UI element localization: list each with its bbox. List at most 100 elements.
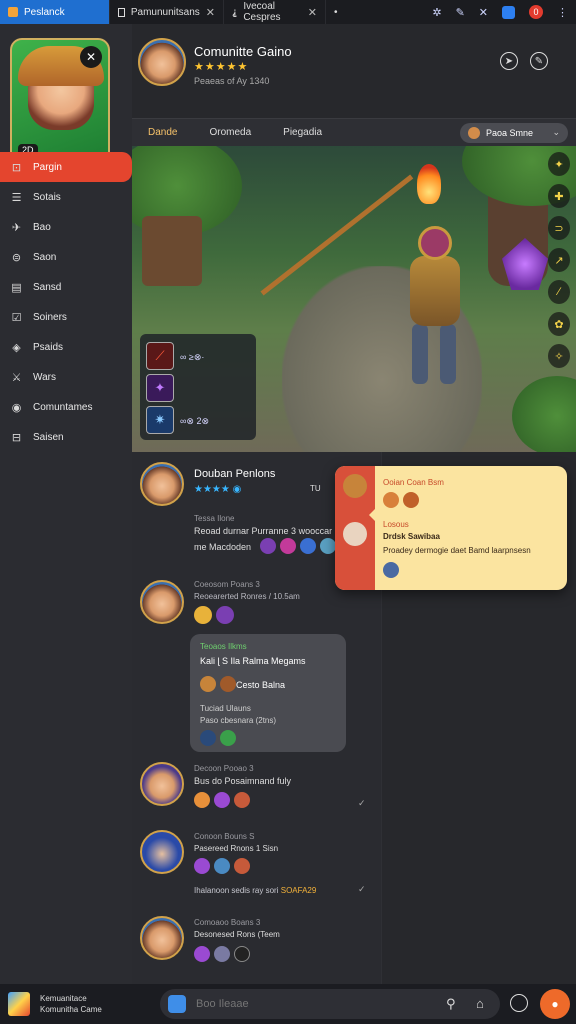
- notification-popup[interactable]: Ooian Coan Bsm Losous Drdsk Sawibaa Proa…: [335, 466, 567, 590]
- sparkle-icon[interactable]: ✧: [548, 344, 570, 368]
- sidebar-item-bao[interactable]: ✈ Bao: [0, 212, 132, 242]
- post-text: Desonesed Rons (Teem: [194, 930, 280, 939]
- reaction-icon[interactable]: [280, 538, 296, 554]
- post-meta: Comoaoo Boans 3: [194, 918, 261, 927]
- more-icon[interactable]: ⋮: [557, 6, 568, 19]
- post-tag: TU: [310, 484, 321, 493]
- skill-label: ∞ ≥⊗·: [180, 352, 205, 362]
- reaction-icon[interactable]: [260, 538, 276, 554]
- sidebar-item-wars[interactable]: ⚔ Wars: [0, 362, 132, 392]
- search-icon[interactable]: ⚲: [446, 996, 456, 1012]
- reaction-row: [194, 606, 234, 624]
- sidebar-item-label: Saon: [33, 251, 57, 263]
- x-icon[interactable]: ✕: [479, 6, 488, 19]
- tab-dande[interactable]: Dande: [132, 119, 193, 147]
- sidebar-item-sotais[interactable]: ☰ Sotais: [0, 182, 132, 212]
- sidebar-item-pargin[interactable]: ⊡ Pargin: [0, 152, 132, 182]
- sidebar-item-label: Sotais: [33, 191, 61, 203]
- app-search-icon: [168, 995, 186, 1013]
- search-input[interactable]: [196, 998, 426, 1010]
- avatar[interactable]: [140, 580, 184, 624]
- reaction-icon[interactable]: [214, 946, 230, 962]
- sidebar-nav: ⊡ Pargin ☰ Sotais ✈ Bao ⊜ Saon ▤ Sansd ☑…: [0, 152, 132, 452]
- post-meta: Tessa Ilone: [194, 514, 235, 523]
- close-tab-icon[interactable]: ✕: [308, 6, 317, 19]
- tab-label: Peslanck: [24, 6, 65, 18]
- slash-icon[interactable]: ∕: [548, 280, 570, 304]
- sort-select[interactable]: Paoa Smne ⌄: [460, 122, 568, 143]
- skill-slot-arcane[interactable]: ✦: [146, 374, 174, 402]
- game-hero-image[interactable]: ⟋ ∞ ≥⊗· ✦ ✷ ∞⊗ 2⊗ ✦ ✚ ⊃ ↗ ∕ ✿ ✧: [132, 146, 576, 452]
- reaction-icon[interactable]: [234, 858, 250, 874]
- skill-slot-fire[interactable]: ⟋: [146, 342, 174, 370]
- card-tag: Teoaos Ilkms: [200, 642, 247, 651]
- sidebar-item-soiners[interactable]: ☑ Soiners: [0, 302, 132, 332]
- sidebar-item-label: Comuntames: [33, 401, 93, 413]
- card-subtag: Tuciad Ulauns: [200, 704, 251, 713]
- quest-card[interactable]: Teoaos Ilkms Kali ɭ S Ila Ralma Megams C…: [190, 634, 346, 752]
- bug-icon[interactable]: ✲: [432, 6, 441, 19]
- reaction-icon[interactable]: [300, 538, 316, 554]
- sidebar-item-label: Soiners: [33, 311, 67, 323]
- tab-pamununitsans[interactable]: Pamununitsans ✕: [110, 0, 224, 24]
- sidebar-item-saisen[interactable]: ⊟ Saisen: [0, 422, 132, 452]
- reaction-icon[interactable]: [194, 946, 210, 962]
- pen-icon[interactable]: ✎: [456, 6, 465, 19]
- item-icon: [200, 730, 216, 746]
- sidebar-item-label: Bao: [33, 221, 51, 233]
- star-icon[interactable]: ✦: [548, 152, 570, 176]
- sidebar-item-comuntames[interactable]: ◉ Comuntames: [0, 392, 132, 422]
- tab-oromeda[interactable]: Oromeda: [193, 119, 267, 147]
- community-avatar[interactable]: [138, 38, 186, 86]
- tab-peslanck[interactable]: Peslanck: [0, 0, 110, 24]
- reaction-icon[interactable]: [214, 858, 230, 874]
- avatar[interactable]: [140, 762, 184, 806]
- game-fab-icon[interactable]: ●: [540, 989, 570, 1019]
- car-icon: ⊜: [11, 251, 22, 264]
- content-tabs: Dande Oromeda Piegadia Paoa Smne ⌄: [132, 118, 576, 146]
- game-mini-avatar: [468, 126, 480, 139]
- arrow-icon[interactable]: ↗: [548, 248, 570, 272]
- close-tab-icon[interactable]: ✕: [206, 6, 215, 19]
- avatar[interactable]: [140, 462, 184, 506]
- skill-slot-ice[interactable]: ✷: [146, 406, 174, 434]
- item-icon: [403, 492, 419, 508]
- reaction-icon[interactable]: [234, 946, 250, 962]
- tab-ivecoal[interactable]: ⸘ Ivecoal Cespres ✕: [224, 0, 326, 24]
- flower-icon[interactable]: ✿: [548, 312, 570, 336]
- sidebar-item-psaids[interactable]: ◈ Psaids: [0, 332, 132, 362]
- reaction-icon[interactable]: [194, 792, 210, 808]
- edit-icon[interactable]: ✎: [530, 52, 548, 70]
- notification-badge[interactable]: 0: [529, 5, 543, 19]
- sidebar-item-saon[interactable]: ⊜ Saon: [0, 242, 132, 272]
- window-icon[interactable]: [502, 5, 515, 19]
- moon-icon[interactable]: ⊃: [548, 216, 570, 240]
- document-icon: ▤: [11, 281, 22, 294]
- bottom-bar: Kemuanitace Komunitha Came ⚲ ⌂ ●: [0, 984, 576, 1024]
- card-icons: [200, 676, 236, 692]
- reaction-icon[interactable]: [194, 858, 210, 874]
- new-tab-button[interactable]: •: [326, 0, 346, 24]
- brand-line: Kemuanitace: [40, 994, 87, 1003]
- globe-icon[interactable]: [510, 994, 528, 1012]
- post-text: Ihalanoon sedis ray sori SOAFA29: [194, 886, 316, 895]
- tab-piegadia[interactable]: Piegadia: [267, 119, 338, 147]
- sidebar: ✕ 2D ⊡ Pargin ☰ Sotais ✈ Bao ⊜ Saon ▤ Sa…: [0, 24, 132, 984]
- reaction-icon[interactable]: [194, 606, 212, 624]
- hero-character: [382, 216, 492, 396]
- reaction-icon[interactable]: [234, 792, 250, 808]
- reaction-icon[interactable]: [216, 606, 234, 624]
- hero-head: [418, 226, 452, 260]
- bag-icon[interactable]: ⌂: [476, 996, 484, 1011]
- reaction-icon[interactable]: [320, 538, 336, 554]
- plus-icon[interactable]: ✚: [548, 184, 570, 208]
- reaction-icon[interactable]: [214, 792, 230, 808]
- game-logo-card[interactable]: ✕ 2D: [10, 38, 110, 164]
- sidebar-item-sansd[interactable]: ▤ Sansd: [0, 272, 132, 302]
- gear-icon: [383, 562, 399, 578]
- reaction-row: [260, 538, 336, 554]
- share-icon[interactable]: ➤: [500, 52, 518, 70]
- avatar[interactable]: [140, 830, 184, 874]
- avatar[interactable]: [140, 916, 184, 960]
- card-item: Cesto Balna: [236, 680, 286, 690]
